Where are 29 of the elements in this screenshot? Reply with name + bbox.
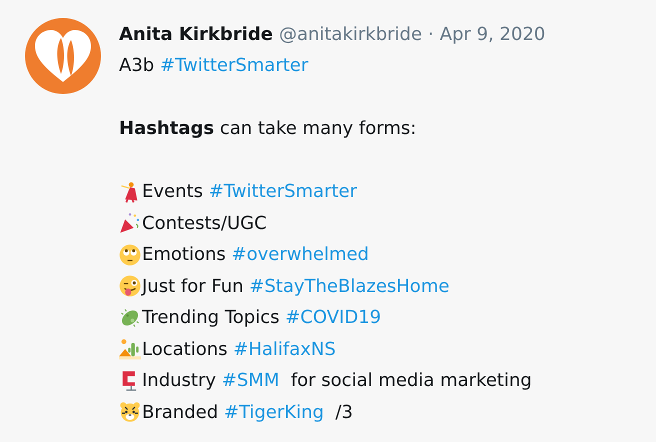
- hashtag-link[interactable]: #TwitterSmarter: [160, 50, 308, 82]
- eye-roll-face-icon: [119, 244, 141, 266]
- tweet-line: Hashtags can take many forms:: [119, 117, 416, 141]
- tweet-line: Events #TwitterSmarter: [142, 180, 358, 204]
- tweet-line: Contests/UGC: [142, 212, 267, 236]
- author-name[interactable]: Anita Kirkbride: [119, 20, 273, 50]
- desert-cactus-icon: [119, 338, 141, 360]
- hashtag-link[interactable]: #SMM: [222, 370, 280, 391]
- tiger-face-icon: [119, 401, 141, 424]
- tweet-line: Locations #HalifaxNS: [142, 338, 336, 362]
- hashtag-link[interactable]: #overwhelmed: [232, 244, 369, 265]
- tweet-line: A3b #TwitterSmarter: [119, 50, 546, 82]
- winking-tongue-face-icon: [119, 275, 141, 298]
- author-handle[interactable]: @anitakirkbride: [278, 20, 422, 50]
- hashtag-link[interactable]: #HalifaxNS: [233, 338, 336, 360]
- tweet-line: Industry #SMM for social media marketing: [142, 369, 532, 393]
- tweet-line: Just for Fun #StayTheBlazesHome: [142, 274, 450, 298]
- tweet-date[interactable]: Apr 9, 2020: [440, 20, 546, 50]
- separator-dot: ·: [428, 23, 434, 47]
- hashtag-link[interactable]: #TwitterSmarter: [208, 181, 358, 202]
- avatar-icon[interactable]: [25, 18, 101, 94]
- hashtag-link[interactable]: #TigerKing: [224, 402, 324, 422]
- tweet-line: Branded #TigerKing /3: [142, 400, 353, 424]
- hashtag-link[interactable]: #COVID19: [285, 307, 382, 328]
- microbe-icon: [119, 306, 141, 329]
- tweet-line: Trending Topics #COVID19: [142, 306, 382, 330]
- tweet-line: Emotions #overwhelmed: [142, 243, 369, 267]
- party-popper-icon: [119, 212, 141, 234]
- hashtag-link[interactable]: #StayTheBlazesHome: [249, 276, 450, 296]
